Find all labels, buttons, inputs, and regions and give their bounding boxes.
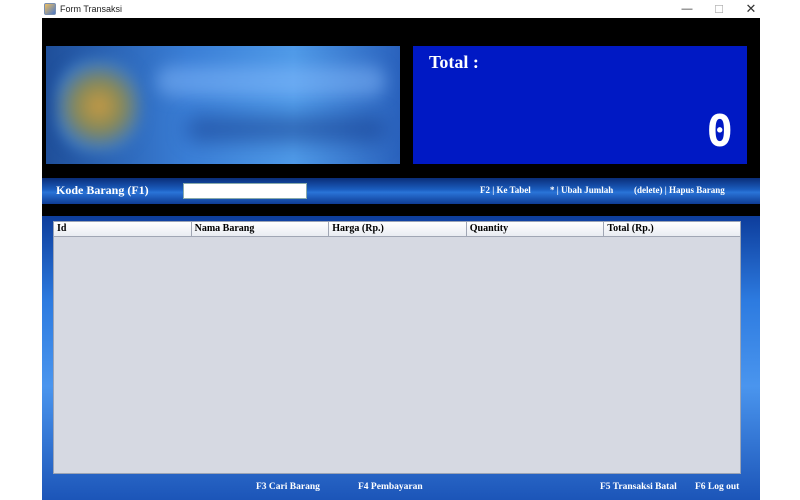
footer-shortcuts: F3 Cari Barang F4 Pembayaran F5 Transaks…	[42, 479, 760, 498]
log-out-shortcut[interactable]: F6 Log out	[695, 482, 739, 492]
maximize-button[interactable]: ☐	[702, 0, 736, 18]
kode-barang-input[interactable]	[183, 183, 307, 199]
kode-barang-label: Kode Barang (F1)	[56, 183, 149, 197]
window-title: Form Transaksi	[60, 4, 123, 14]
column-header-quantity[interactable]: Quantity	[467, 222, 605, 236]
cari-barang-shortcut[interactable]: F3 Cari Barang	[256, 482, 320, 492]
pembayaran-shortcut[interactable]: F4 Pembayaran	[358, 482, 423, 492]
logo-banner	[46, 46, 400, 164]
total-panel: Total : 0	[413, 46, 747, 164]
logo-emblem-icon	[56, 58, 142, 154]
kode-barang-bar: Kode Barang (F1) F2 | Ke Tabel * | Ubah …	[42, 178, 760, 204]
form-transaksi-window: Total : 0 Kode Barang (F1) F2 | Ke Tabel…	[42, 18, 760, 500]
table-frame: Id Nama Barang Harga (Rp.) Quantity Tota…	[42, 216, 760, 500]
column-header-id[interactable]: Id	[54, 222, 192, 236]
banner-decoration	[186, 116, 386, 142]
table-header: Id Nama Barang Harga (Rp.) Quantity Tota…	[54, 222, 740, 237]
column-header-total[interactable]: Total (Rp.)	[604, 222, 740, 236]
hint-ubah-jumlah: * | Ubah Jumlah	[550, 185, 614, 195]
total-value: 0	[706, 106, 734, 157]
total-label: Total :	[429, 52, 479, 72]
hint-hapus-barang: (delete) | Hapus Barang	[634, 185, 725, 195]
title-bar: Form Transaksi — ☐ ✕	[0, 0, 800, 18]
banner-decoration	[156, 66, 386, 96]
transaction-table[interactable]: Id Nama Barang Harga (Rp.) Quantity Tota…	[53, 221, 741, 474]
transaksi-batal-shortcut[interactable]: F5 Transaksi Batal	[600, 482, 677, 492]
column-header-harga[interactable]: Harga (Rp.)	[329, 222, 467, 236]
hint-ke-tabel: F2 | Ke Tabel	[480, 185, 531, 195]
close-button[interactable]: ✕	[734, 0, 768, 18]
minimize-button[interactable]: —	[670, 0, 704, 18]
java-app-icon	[44, 3, 56, 15]
column-header-nama-barang[interactable]: Nama Barang	[192, 222, 330, 236]
